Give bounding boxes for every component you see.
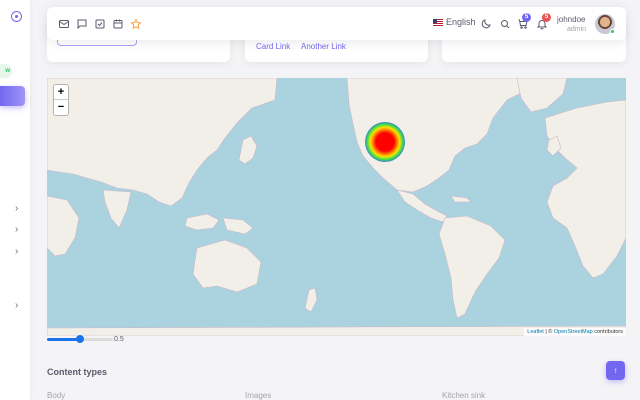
attribution-separator: | © [545, 329, 553, 335]
chevron-right-icon[interactable]: › [15, 301, 18, 311]
user-name[interactable]: johndoe [557, 15, 585, 24]
chevron-right-icon[interactable]: › [15, 247, 18, 257]
sidebar-badge: w [0, 64, 12, 78]
attribution-tail: contributors [594, 329, 623, 335]
heatmap-radius-slider[interactable] [47, 335, 113, 343]
chevron-right-icon[interactable]: › [15, 225, 18, 235]
logo-icon[interactable] [11, 11, 22, 22]
us-flag-icon [433, 18, 443, 26]
content-type-kitchen-sink: Kitchen sink [442, 391, 486, 400]
checkbox-icon[interactable] [93, 17, 106, 30]
language-selector[interactable]: English [433, 17, 476, 27]
content-type-body: Body [47, 391, 66, 400]
online-status-dot [610, 29, 615, 34]
card-link[interactable]: Card Link [256, 42, 290, 51]
map-attribution: Leaflet | © OpenStreetMap contributors [524, 328, 626, 336]
another-link[interactable]: Another Link [301, 42, 346, 51]
chat-icon[interactable] [75, 17, 88, 30]
content-type-images: Images [245, 391, 272, 400]
zoom-out-button[interactable]: − [54, 100, 68, 115]
slider-thumb[interactable] [76, 335, 84, 343]
section-title: Content types [47, 367, 108, 377]
calendar-icon[interactable] [111, 17, 124, 30]
navbar: English 5 5 johndoe admin [47, 7, 626, 40]
search-icon[interactable] [498, 17, 511, 30]
moon-icon[interactable] [479, 17, 492, 30]
star-icon[interactable] [129, 17, 142, 30]
zoom-in-button[interactable]: + [54, 85, 68, 100]
sidebar: w › › › › [0, 0, 30, 400]
cart-count-badge: 5 [522, 13, 531, 22]
notification-count-badge: 5 [542, 13, 551, 22]
heatmap-hotspot [365, 122, 405, 162]
world-map-tiles [47, 78, 626, 336]
card-button[interactable] [57, 40, 137, 46]
zoom-control: + − [53, 84, 69, 116]
language-label: English [446, 17, 476, 27]
chevron-right-icon[interactable]: › [15, 204, 18, 214]
osm-link[interactable]: OpenStreetMap [554, 329, 593, 335]
scroll-to-top-button[interactable]: ↑ [606, 361, 625, 380]
user-role: admin [567, 26, 587, 33]
slider-value: 0.5 [114, 336, 124, 343]
leaflet-link[interactable]: Leaflet [527, 329, 544, 335]
sidebar-item-active[interactable] [0, 86, 25, 106]
mail-icon[interactable] [57, 17, 70, 30]
heatmap-map[interactable]: + − Leaflet | © OpenStreetMap contributo… [47, 78, 626, 336]
